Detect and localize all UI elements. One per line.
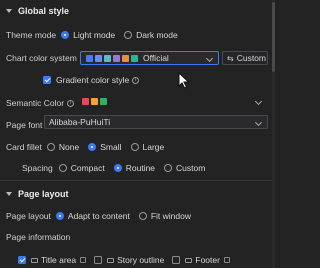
gradient-color-checkbox[interactable] (43, 76, 51, 84)
spacing-routine-radio[interactable] (113, 164, 122, 172)
title-area-checkbox[interactable] (18, 256, 26, 264)
spacing-compact-label: Compact (70, 163, 105, 173)
color-swatch (86, 54, 93, 62)
layout-adapt-option[interactable]: Adapt to content (55, 211, 130, 221)
spacing-row: Spacing Compact Routine Custom (22, 163, 275, 173)
spacing-custom-label: Custom (176, 163, 206, 173)
chart-color-system-value: Official (143, 53, 169, 63)
color-swatch (113, 54, 120, 62)
page-layout-row: Page layout Adapt to content Fit window (6, 211, 275, 221)
swap-icon: ⇆ (227, 53, 234, 63)
theme-dark-label: Dark mode (136, 30, 178, 40)
theme-light-option[interactable]: Light mode (61, 30, 115, 40)
theme-light-radio[interactable] (61, 31, 70, 39)
global-style-title: Global style (18, 6, 70, 16)
edit-icon[interactable] (80, 257, 87, 263)
page-information-label: Page information (6, 232, 71, 242)
theme-mode-label: Theme mode (6, 30, 57, 40)
color-swatch (131, 54, 138, 62)
footer-option[interactable]: Footer (172, 255, 230, 265)
info-icon[interactable]: i (132, 76, 140, 84)
fillet-small-option[interactable]: Small (88, 142, 122, 152)
title-area-label: Title area (41, 255, 77, 265)
semantic-color-label: Semantic Color (6, 98, 65, 108)
theme-dark-option[interactable]: Dark mode (124, 30, 178, 40)
chart-color-system-label: Chart color system (6, 53, 77, 63)
color-swatch (104, 54, 111, 62)
collapse-caret-icon[interactable] (6, 9, 12, 13)
page-font-label: Page font (6, 120, 43, 130)
screen-icon (107, 257, 115, 263)
chart-color-system-select[interactable]: Official (80, 51, 219, 65)
custom-color-label: Custom (236, 53, 266, 63)
title-area-option[interactable]: Title area (18, 255, 87, 265)
footer-label: Footer (195, 255, 220, 265)
color-swatch (82, 97, 89, 105)
page-layout-header[interactable]: Page layout (6, 189, 275, 199)
color-swatch (100, 97, 107, 105)
page-information-row: Page information (6, 232, 275, 242)
card-fillet-row: Card fillet None Small Large (6, 142, 275, 152)
layout-fit-radio[interactable] (138, 212, 147, 220)
color-swatch (95, 54, 102, 62)
story-outline-label: Story outline (117, 255, 165, 265)
layout-adapt-label: Adapt to content (67, 211, 130, 221)
spacing-compact-radio[interactable] (58, 164, 67, 172)
page-font-select[interactable]: Alibaba-PuHuiTi (44, 115, 268, 129)
fillet-large-option[interactable]: Large (130, 142, 165, 152)
custom-color-button[interactable]: ⇆ Custom (222, 51, 268, 65)
fillet-small-label: Small (100, 142, 122, 152)
layout-fit-option[interactable]: Fit window (138, 211, 191, 221)
card-fillet-label: Card fillet (6, 142, 42, 152)
fillet-large-radio[interactable] (130, 143, 139, 151)
spacing-label: Spacing (22, 163, 53, 173)
theme-light-label: Light mode (73, 30, 116, 40)
semantic-color-swatches (82, 97, 109, 105)
fillet-none-label: None (58, 142, 80, 152)
chevron-down-icon (254, 97, 263, 106)
story-outline-option[interactable]: Story outline (94, 255, 164, 265)
fillet-small-radio[interactable] (88, 143, 97, 151)
theme-dark-radio[interactable] (124, 31, 133, 39)
collapse-caret-icon[interactable] (6, 192, 12, 196)
footer-checkbox[interactable] (172, 256, 181, 264)
gradient-color-row: Gradient color style i (43, 75, 275, 85)
edit-icon[interactable] (223, 257, 230, 263)
spacing-routine-label: Routine (125, 163, 156, 173)
fillet-none-radio[interactable] (46, 143, 55, 151)
page-layout-title: Page layout (18, 189, 69, 199)
fillet-none-option[interactable]: None (46, 142, 80, 152)
semantic-color-select[interactable] (76, 94, 268, 108)
spacing-routine-option[interactable]: Routine (113, 163, 156, 173)
scrollbar-thumb[interactable] (272, 2, 275, 72)
page-information-items: Title area Story outline Footer (18, 255, 275, 265)
chart-color-swatches (86, 54, 140, 62)
spacing-custom-radio[interactable] (164, 164, 173, 172)
page-layout-label: Page layout (6, 211, 51, 221)
spacing-compact-option[interactable]: Compact (58, 163, 105, 173)
page-font-value: Alibaba-PuHuiTi (49, 117, 111, 127)
screen-icon (31, 257, 38, 263)
chevron-down-icon (254, 118, 263, 127)
fillet-large-label: Large (142, 142, 165, 152)
info-icon[interactable]: i (67, 99, 75, 107)
layout-fit-label: Fit window (150, 211, 191, 221)
color-swatch (91, 97, 98, 105)
chevron-down-icon (205, 54, 214, 63)
section-divider (0, 180, 275, 181)
layout-adapt-radio[interactable] (55, 212, 64, 220)
screen-icon (185, 257, 193, 263)
gradient-color-label: Gradient color style (56, 75, 130, 85)
spacing-custom-option[interactable]: Custom (164, 163, 205, 173)
story-outline-checkbox[interactable] (94, 256, 103, 264)
theme-mode-row: Theme mode Light mode Dark mode (6, 30, 275, 40)
color-swatch (122, 54, 129, 62)
global-style-header[interactable]: Global style (6, 6, 275, 16)
